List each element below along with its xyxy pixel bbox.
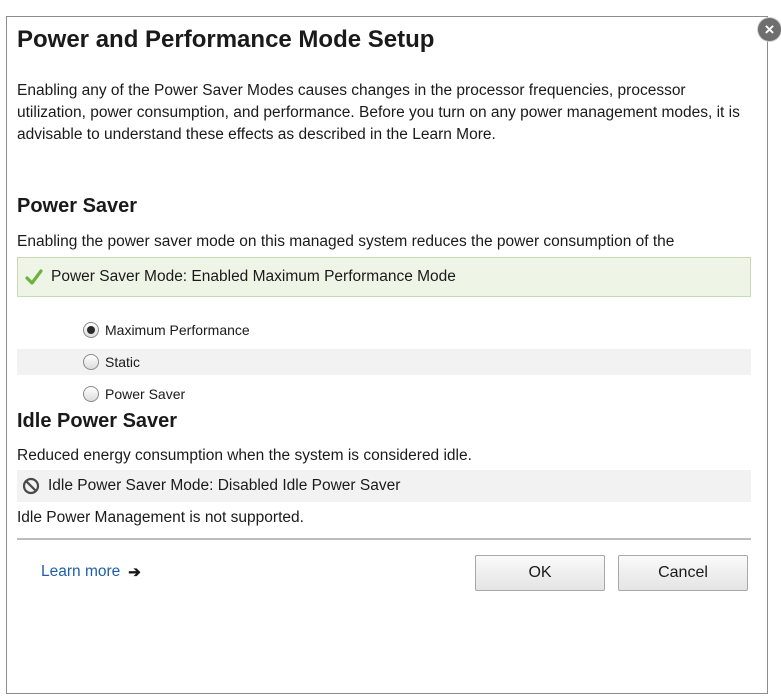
intro-text: Enabling any of the Power Saver Modes ca… xyxy=(17,82,740,143)
power-saver-heading: Power Saver xyxy=(17,195,138,217)
disabled-circle-icon xyxy=(22,477,40,495)
radio-button[interactable] xyxy=(83,386,99,402)
learn-more-link[interactable]: Learn more ➔ xyxy=(41,563,141,581)
close-icon[interactable]: × xyxy=(758,18,781,41)
radio-label: Static xyxy=(105,354,141,370)
idle-power-note: Idle Power Management is not supported. xyxy=(17,509,304,526)
cancel-button[interactable]: Cancel xyxy=(618,555,748,591)
radio-button[interactable] xyxy=(83,322,99,338)
power-saver-status: Power Saver Mode: Enabled Maximum Perfor… xyxy=(17,257,751,297)
power-saver-status-text: Power Saver Mode: Enabled Maximum Perfor… xyxy=(51,268,456,285)
radio-maximum-performance[interactable]: Maximum Performance xyxy=(17,317,751,343)
dialog-title: Power and Performance Mode Setup xyxy=(17,26,435,53)
footer-divider xyxy=(17,538,751,540)
radio-power-saver[interactable]: Power Saver xyxy=(17,381,751,407)
arrow-right-icon: ➔ xyxy=(128,564,141,581)
checkmark-icon xyxy=(25,269,43,285)
radio-label: Maximum Performance xyxy=(105,322,250,338)
idle-power-saver-description: Reduced energy consumption when the syst… xyxy=(17,447,472,464)
idle-power-saver-status-text: Idle Power Saver Mode: Disabled Idle Pow… xyxy=(48,477,401,494)
ok-button[interactable]: OK xyxy=(475,555,605,591)
learn-more-label[interactable]: Learn more xyxy=(41,563,120,581)
idle-power-saver-status: Idle Power Saver Mode: Disabled Idle Pow… xyxy=(17,470,751,502)
idle-power-saver-heading: Idle Power Saver xyxy=(17,410,178,432)
radio-selected-dot xyxy=(87,326,95,334)
radio-label: Power Saver xyxy=(105,386,186,402)
radio-static[interactable]: Static xyxy=(17,349,751,375)
radio-button[interactable] xyxy=(83,354,99,370)
